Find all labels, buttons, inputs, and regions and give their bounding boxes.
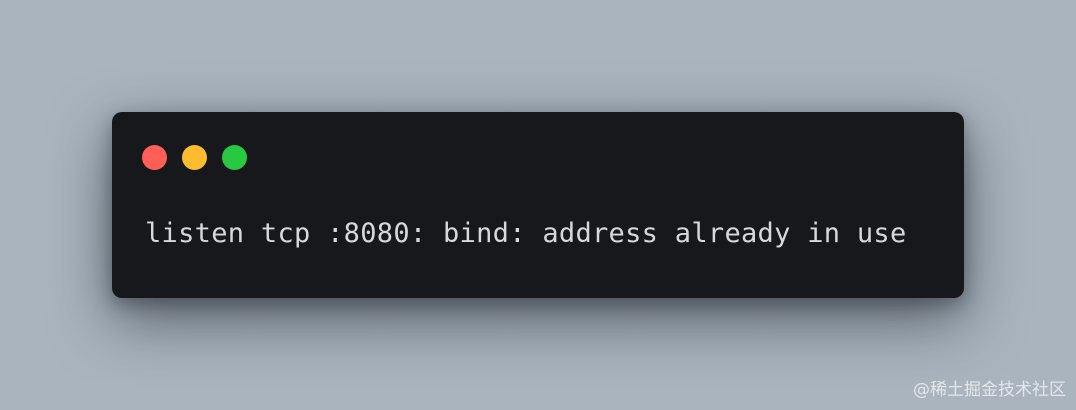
terminal-output: listen tcp :8080: bind: address already … xyxy=(145,218,907,249)
close-button[interactable] xyxy=(142,145,167,170)
window-controls xyxy=(142,145,247,170)
maximize-button[interactable] xyxy=(222,145,247,170)
watermark-text: @稀土掘金技术社区 xyxy=(913,380,1066,400)
minimize-button[interactable] xyxy=(182,145,207,170)
terminal-window: listen tcp :8080: bind: address already … xyxy=(112,112,964,298)
